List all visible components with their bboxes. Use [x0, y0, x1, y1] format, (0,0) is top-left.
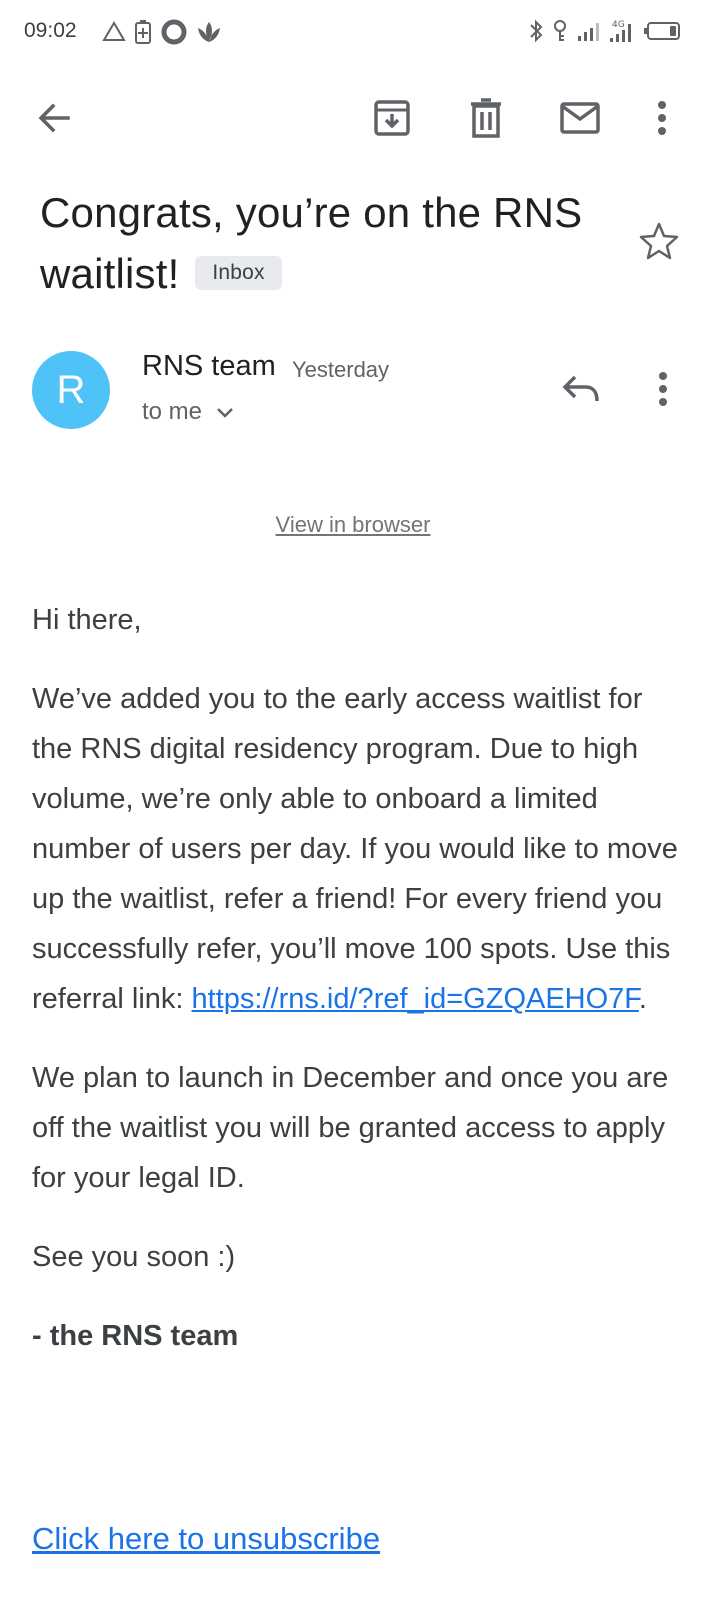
delete-button[interactable] [462, 94, 510, 142]
star-outline-icon [639, 222, 679, 265]
key-icon [552, 18, 568, 44]
recipient-text: to me [142, 398, 203, 425]
email-subject: Congrats, you’re on the RNS waitlist! In… [40, 182, 620, 304]
sender-name: RNS team [142, 350, 276, 382]
bluetooth-icon [528, 18, 544, 44]
paragraph-1-text: We’ve added you to the early access wait… [32, 683, 678, 1015]
signature: - the RNS team [32, 1320, 239, 1352]
more-options-button[interactable] [638, 94, 686, 142]
svg-text:4G: 4G [612, 20, 625, 30]
delete-icon [469, 98, 503, 138]
back-button[interactable] [30, 94, 78, 142]
body-paragraph-1: We’ve added you to the early access wait… [32, 674, 682, 1024]
message-more-options-button[interactable] [640, 366, 686, 416]
body-paragraph-2: We plan to launch in December and once y… [32, 1062, 669, 1194]
unsubscribe-link[interactable]: Click here to unsubscribe [32, 1521, 380, 1556]
greeting: Hi there, [32, 604, 142, 636]
view-in-browser-row: View in browser [0, 512, 706, 538]
status-bar: 09:02 4G [0, 0, 720, 64]
lotus-icon [196, 20, 222, 44]
status-time: 09:02 [24, 19, 77, 42]
view-in-browser-link[interactable]: View in browser [276, 512, 431, 537]
reply-button[interactable] [556, 366, 606, 416]
inbox-label-chip[interactable]: Inbox [195, 255, 282, 290]
back-arrow-icon [36, 100, 72, 136]
subject-text: Congrats, you’re on the RNS waitlist! [40, 189, 583, 297]
chevron-down-icon [216, 398, 234, 426]
email-date: Yesterday [292, 357, 390, 382]
email-body: Hi there, We’ve added you to the early a… [32, 595, 682, 1390]
more-vert-icon [658, 371, 668, 411]
star-button[interactable] [634, 218, 684, 268]
battery-saver-icon [134, 19, 152, 45]
closing: See you soon :) [32, 1241, 236, 1273]
recipient-details-toggle[interactable]: to me [142, 398, 234, 426]
more-vert-icon [657, 101, 667, 135]
unsubscribe-row: Click here to unsubscribe [32, 1521, 380, 1557]
reply-icon [562, 374, 600, 409]
alert-triangle-icon [102, 20, 126, 44]
referral-link[interactable]: https://rns.id/?ref_id=GZQAEHO7F [192, 983, 639, 1015]
mark-unread-button[interactable] [556, 94, 604, 142]
archive-icon [373, 98, 411, 138]
signal-4g-icon: 4G [608, 18, 636, 44]
battery-icon [644, 20, 682, 42]
paragraph-1-end: . [638, 983, 647, 1015]
ring-icon [160, 18, 188, 46]
mail-icon [559, 101, 601, 135]
app-bar [0, 80, 720, 156]
archive-button[interactable] [368, 94, 416, 142]
signal-icon [576, 19, 600, 43]
sender-avatar[interactable]: R [32, 351, 110, 429]
